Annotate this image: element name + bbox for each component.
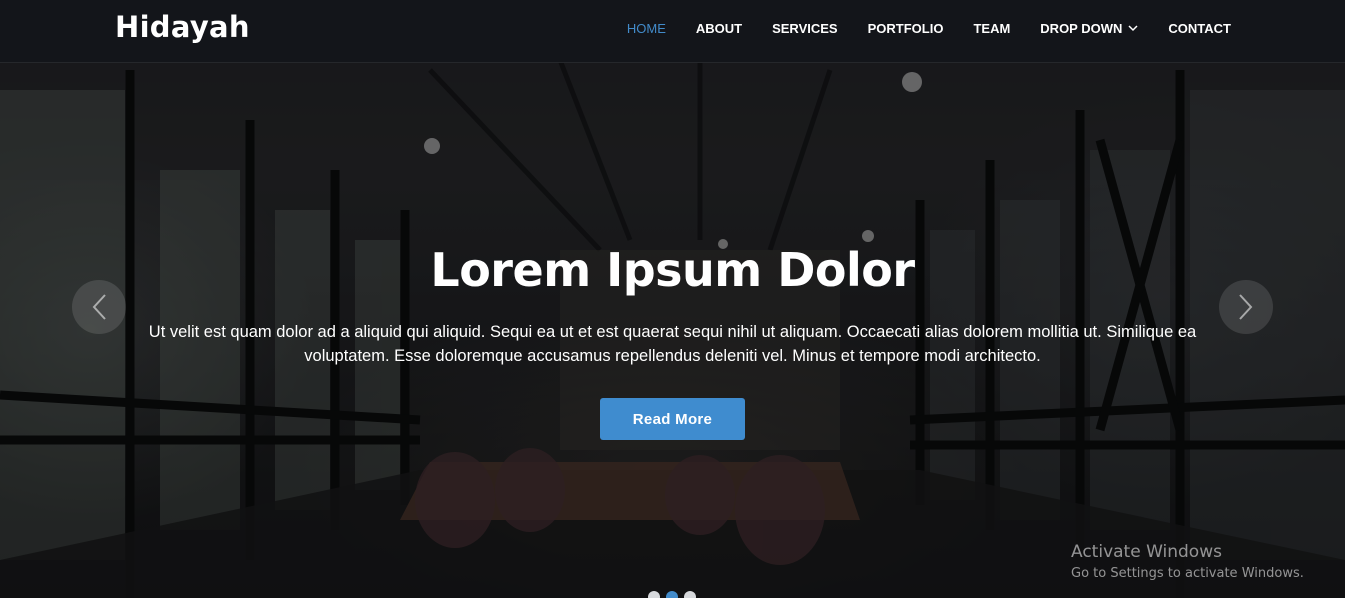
hero-description: Ut velit est quam dolor ad a aliquid qui… — [148, 323, 1197, 365]
page: Hidayah HOME ABOUT SERVICES PORTFOLIO TE… — [0, 0, 1345, 598]
carousel-next-button[interactable] — [1219, 280, 1273, 334]
hero-overlay — [0, 0, 1345, 598]
carousel-indicator[interactable] — [648, 591, 660, 598]
watermark-subtitle: Go to Settings to activate Windows. — [1071, 566, 1304, 581]
carousel-indicators — [648, 591, 696, 598]
nav-item-dropdown[interactable]: DROP DOWN — [1040, 21, 1138, 36]
hero-title: Lorem Ipsum Dolor — [430, 243, 915, 297]
carousel-indicator[interactable] — [684, 591, 696, 598]
chevron-left-icon — [92, 294, 106, 320]
nav-item-services[interactable]: SERVICES — [772, 21, 838, 36]
carousel-prev-button[interactable] — [72, 280, 126, 334]
windows-activation-watermark: Activate Windows Go to Settings to activ… — [1071, 541, 1304, 584]
chevron-down-icon — [1128, 25, 1138, 32]
site-header: Hidayah HOME ABOUT SERVICES PORTFOLIO TE… — [0, 0, 1345, 63]
nav-item-home[interactable]: HOME — [627, 21, 666, 36]
watermark-title: Activate Windows — [1071, 542, 1222, 562]
nav-item-dropdown-label: DROP DOWN — [1040, 20, 1123, 36]
main-nav: HOME ABOUT SERVICES PORTFOLIO TEAM DROP … — [597, 0, 1231, 56]
nav-item-team[interactable]: TEAM — [973, 21, 1010, 36]
read-more-button[interactable]: Read More — [600, 398, 745, 440]
nav-item-about[interactable]: ABOUT — [696, 21, 742, 36]
chevron-right-icon — [1239, 294, 1253, 320]
nav-item-portfolio[interactable]: PORTFOLIO — [868, 21, 944, 36]
site-logo[interactable]: Hidayah — [115, 10, 250, 44]
carousel-indicator-active[interactable] — [666, 591, 678, 598]
nav-item-contact[interactable]: CONTACT — [1168, 21, 1231, 36]
